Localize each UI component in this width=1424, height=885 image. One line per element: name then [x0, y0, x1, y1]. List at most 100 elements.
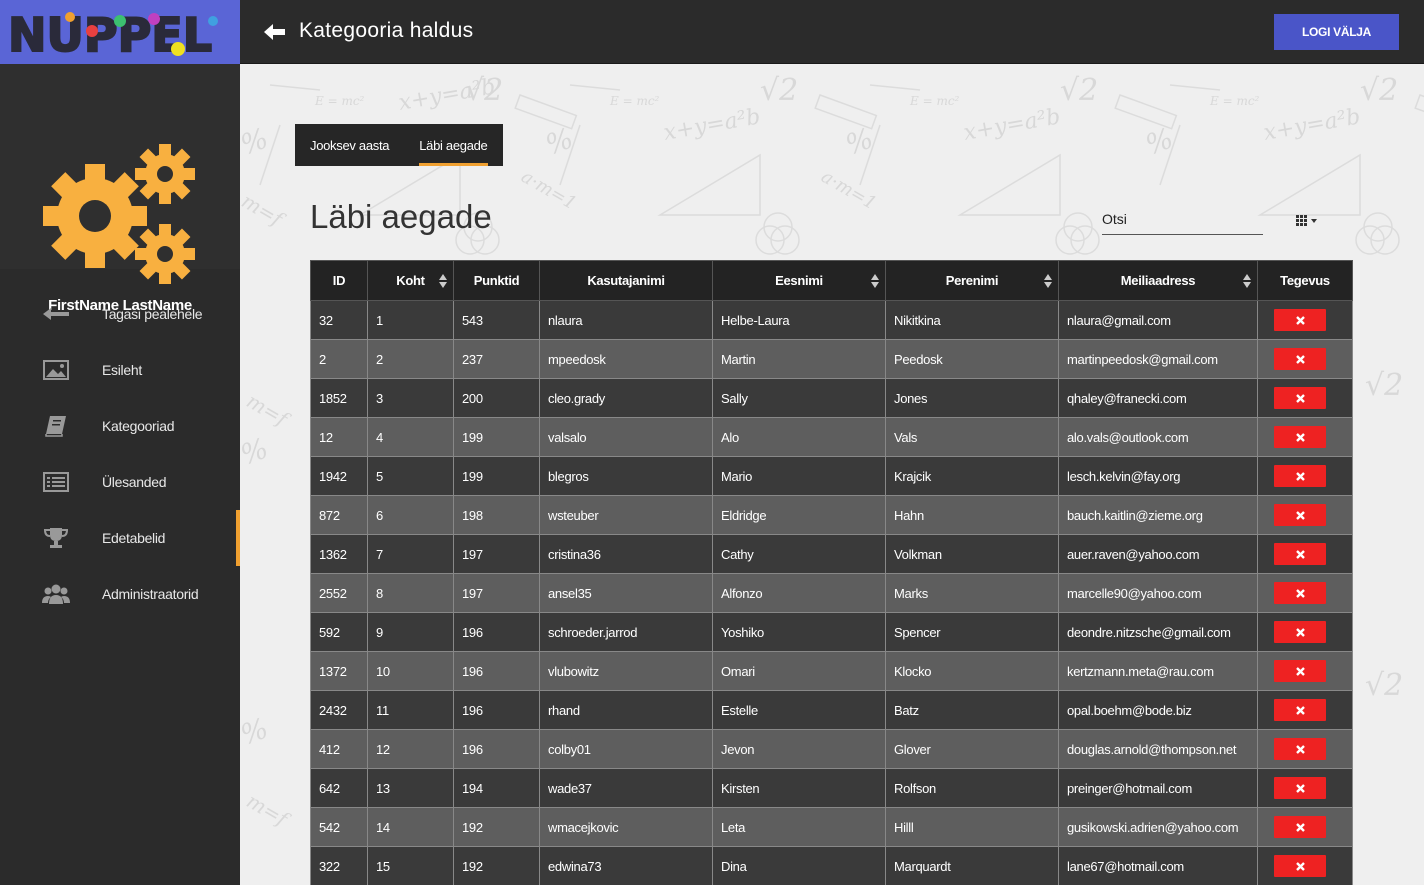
column-header[interactable]: Perenimi — [885, 260, 1059, 301]
table-cell: 6 — [367, 495, 454, 535]
tab-current-year[interactable]: Jooksev aasta — [295, 124, 404, 166]
sidebar-item-back[interactable]: Tagasi pealehele — [0, 286, 240, 342]
table-row: 542 14 192 wmacejkovic Leta Hilll gusikowski.a… — [310, 807, 1353, 847]
delete-button[interactable] — [1274, 582, 1326, 604]
table-row: 2 2 237 mpeedosk Martin Peedosk martinpeedosk@… — [310, 339, 1353, 379]
sidebar-item-leaderboards[interactable]: Edetabelid — [0, 510, 240, 566]
table-cell: Rolfson — [885, 768, 1059, 808]
logo-bar: NUPPEL — [0, 0, 240, 64]
close-icon — [1295, 432, 1305, 442]
delete-button[interactable] — [1274, 777, 1326, 799]
column-header[interactable]: Eesnimi — [712, 260, 886, 301]
search-input[interactable]: Otsi — [1102, 211, 1263, 235]
table-cell: 3 — [367, 378, 454, 418]
svg-text:x+y=a²b: x+y=a²b — [662, 104, 763, 146]
table-cell: 32 — [310, 300, 368, 340]
table-cell: 642 — [310, 768, 368, 808]
close-icon — [1295, 315, 1305, 325]
table-cell: 15 — [367, 846, 454, 885]
close-icon — [1295, 354, 1305, 364]
table-cell: Marks — [885, 573, 1059, 613]
table-cell: colby01 — [539, 729, 713, 769]
svg-text:x+y=a²b: x+y=a²b — [962, 104, 1063, 146]
profile-panel: FirstName LastName — [0, 64, 240, 314]
table-cell: nlaura — [539, 300, 713, 340]
delete-button[interactable] — [1274, 387, 1326, 409]
columns-toggle-icon[interactable] — [1296, 215, 1322, 234]
sidebar-item-label: Administraatorid — [102, 586, 199, 602]
column-header: Kasutajanimi — [539, 260, 713, 301]
delete-button[interactable] — [1274, 699, 1326, 721]
table-cell: Hahn — [885, 495, 1059, 535]
table-cell: gusikowski.adrien@yahoo.com — [1058, 807, 1258, 847]
logout-button[interactable]: LOGI VÄLJA — [1274, 14, 1399, 50]
delete-button[interactable] — [1274, 348, 1326, 370]
trophy-icon — [40, 526, 72, 550]
table-cell: martinpeedosk@gmail.com — [1058, 339, 1258, 379]
sidebar-item-admins[interactable]: Administraatorid — [0, 566, 240, 622]
table-cell: 196 — [453, 690, 540, 730]
delete-button[interactable] — [1274, 855, 1326, 877]
table-cell: Sally — [712, 378, 886, 418]
svg-text:x+y=a²b: x+y=a²b — [1262, 104, 1363, 146]
table-cell: mpeedosk — [539, 339, 713, 379]
column-header[interactable]: Meiliaadress — [1058, 260, 1258, 301]
close-icon — [1295, 822, 1305, 832]
table-cell: cleo.grady — [539, 378, 713, 418]
sort-icon[interactable] — [871, 274, 879, 291]
list-icon — [40, 470, 72, 494]
table-cell: vlubowitz — [539, 651, 713, 691]
table-cell-actions — [1257, 417, 1353, 457]
table-cell: 1372 — [310, 651, 368, 691]
delete-button[interactable] — [1274, 816, 1326, 838]
delete-button[interactable] — [1274, 621, 1326, 643]
table-cell: qhaley@franecki.com — [1058, 378, 1258, 418]
table-row: 1942 5 199 blegros Mario Krajcik lesch.kelvin@… — [310, 456, 1353, 496]
tab-all-time[interactable]: Läbi aegade — [404, 124, 502, 166]
sort-icon[interactable] — [1044, 274, 1052, 291]
table-cell: 9 — [367, 612, 454, 652]
table-cell: douglas.arnold@thompson.net — [1058, 729, 1258, 769]
table-cell: 200 — [453, 378, 540, 418]
delete-button[interactable] — [1274, 738, 1326, 760]
table-cell: 197 — [453, 573, 540, 613]
sort-icon[interactable] — [439, 274, 447, 291]
table-cell: Eldridge — [712, 495, 886, 535]
delete-button[interactable] — [1274, 504, 1326, 526]
svg-text:%: % — [240, 121, 272, 161]
table-cell: Kirsten — [712, 768, 886, 808]
table-cell: ansel35 — [539, 573, 713, 613]
table-row: 32 1 543 nlaura Helbe-Laura Nikitkina nlaura@g… — [310, 300, 1353, 340]
page-title: Kategooria haldus — [299, 19, 474, 42]
column-header: ID — [310, 260, 368, 301]
table-cell: opal.boehm@bode.biz — [1058, 690, 1258, 730]
table-cell: schroeder.jarrod — [539, 612, 713, 652]
table-cell: wade37 — [539, 768, 713, 808]
svg-text:m=f: m=f — [243, 389, 295, 433]
table-cell: 199 — [453, 417, 540, 457]
column-header[interactable]: Koht — [367, 260, 454, 301]
sidebar-item-home[interactable]: Esileht — [0, 342, 240, 398]
table-row: 1362 7 197 cristina36 Cathy Volkman auer.raven… — [310, 534, 1353, 574]
sidebar-item-label: Tagasi pealehele — [102, 306, 203, 322]
delete-button[interactable] — [1274, 660, 1326, 682]
delete-button[interactable] — [1274, 543, 1326, 565]
sort-icon[interactable] — [1243, 274, 1251, 291]
sidebar-item-categories[interactable]: Kategooriad — [0, 398, 240, 454]
table-cell-actions — [1257, 651, 1353, 691]
svg-text:a·m=1: a·m=1 — [518, 166, 581, 214]
table-row: 642 13 194 wade37 Kirsten Rolfson preinger@hot… — [310, 768, 1353, 808]
delete-button[interactable] — [1274, 309, 1326, 331]
table-cell-actions — [1257, 612, 1353, 652]
delete-button[interactable] — [1274, 465, 1326, 487]
delete-button[interactable] — [1274, 426, 1326, 448]
sidebar-item-tasks[interactable]: Ülesanded — [0, 454, 240, 510]
users-icon — [40, 582, 72, 606]
svg-text:√2: √2 — [1365, 368, 1403, 403]
table-cell: Estelle — [712, 690, 886, 730]
back-arrow-icon[interactable] — [264, 22, 286, 47]
app-logo[interactable]: NUPPEL — [8, 7, 230, 57]
table-cell: nlaura@gmail.com — [1058, 300, 1258, 340]
svg-text:√2: √2 — [760, 73, 798, 108]
svg-text:E = mc²: E = mc² — [314, 94, 365, 108]
